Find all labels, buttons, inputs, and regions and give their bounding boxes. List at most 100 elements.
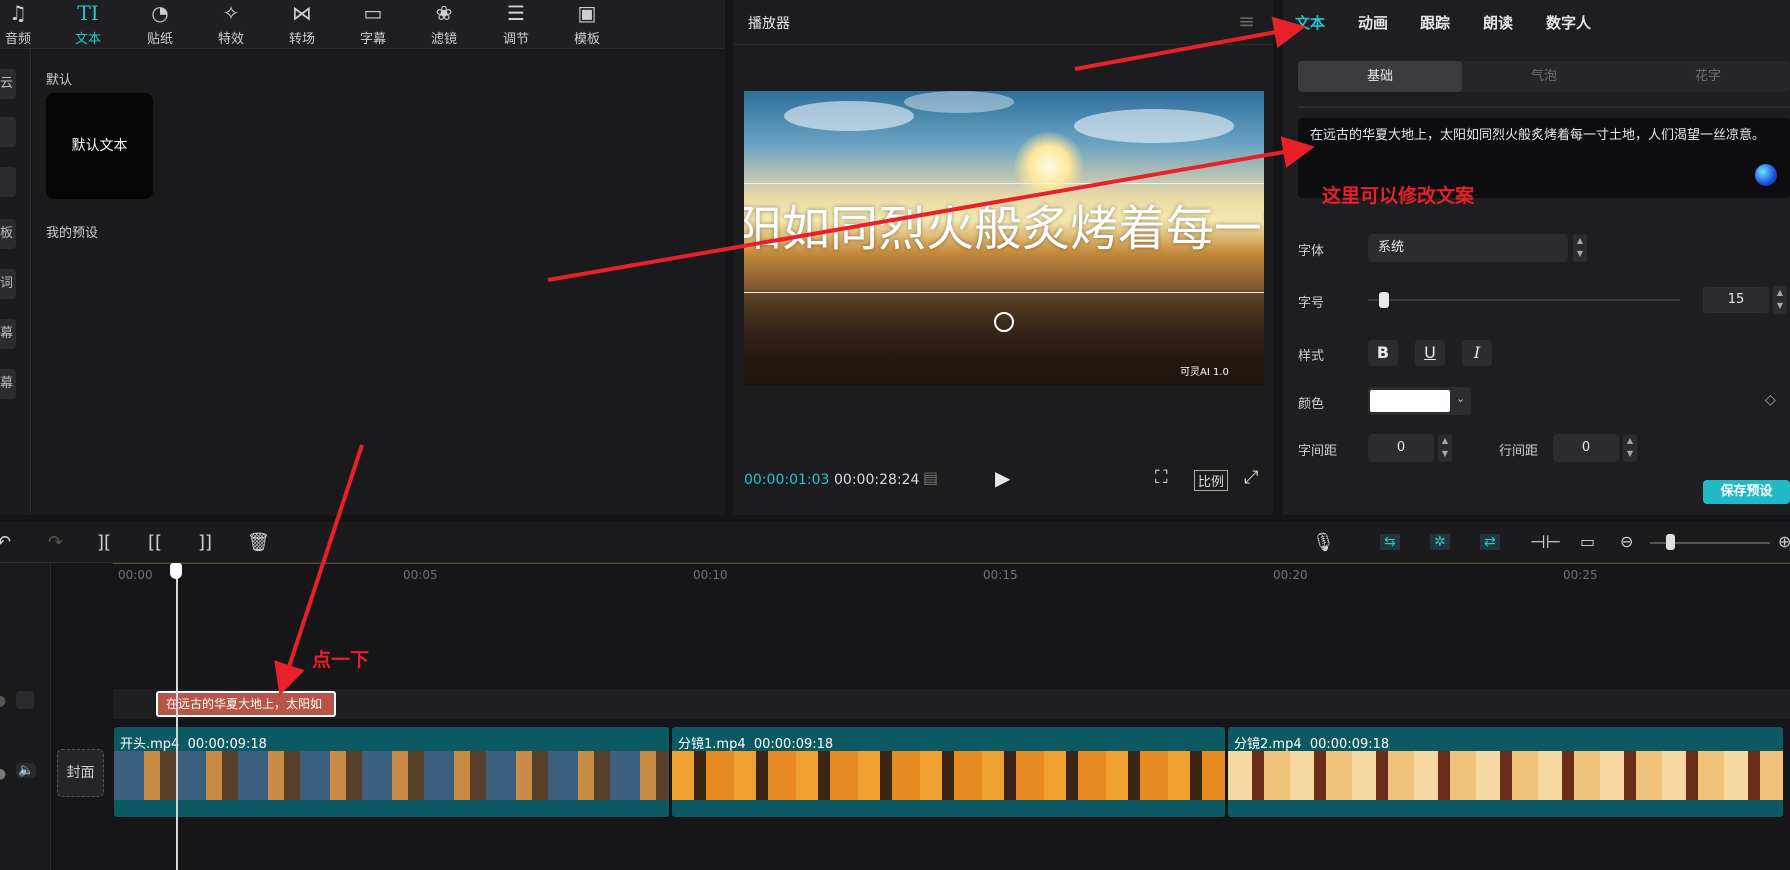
waveform-icon[interactable]: ▤ <box>923 468 938 487</box>
tool-text[interactable]: TI 文本 <box>58 0 118 48</box>
clip-thumbnails <box>672 751 1225 800</box>
clip-thumbnails <box>1228 751 1783 800</box>
underline-button[interactable]: U <box>1415 340 1445 366</box>
clip-name: 分镜2.mp4 00:00:09:18 <box>1234 737 1390 752</box>
nav-tab[interactable]: 词 <box>0 269 16 299</box>
letter-spacing-stepper[interactable]: ▲ ▼ <box>1438 434 1452 462</box>
tab-animation[interactable]: 动画 <box>1358 12 1388 33</box>
linkage-icon[interactable]: ⇄ <box>1480 534 1500 550</box>
video-clip[interactable]: 分镜1.mp4 00:00:09:18 <box>672 727 1225 817</box>
fit-screen-icon[interactable]: ⛶ <box>1155 467 1168 488</box>
lock-icon[interactable]: ● <box>0 693 6 709</box>
keyframe-diamond-icon[interactable]: ◇ <box>1765 392 1776 408</box>
split-preview-icon[interactable]: ⊣⊢ <box>1530 532 1561 553</box>
segment-fancy-text[interactable]: 花字 <box>1626 61 1790 92</box>
letter-spacing-input[interactable]: 0 <box>1368 434 1434 462</box>
video-clip[interactable]: 开头.mp4 00:00:09:18 <box>114 727 669 817</box>
redo-icon[interactable]: ↷ <box>48 532 63 553</box>
auto-snap-icon[interactable]: ✲ <box>1430 534 1450 550</box>
size-stepper[interactable]: ▲ ▼ <box>1773 286 1787 314</box>
microphone-icon[interactable]: 🎙 <box>1312 532 1335 553</box>
text-inspector-panel: 文本 动画 跟踪 朗读 数字人 基础 气泡 花字 在远古的华夏大地上，太阳如同烈… <box>1283 0 1790 515</box>
tab-tracking[interactable]: 跟踪 <box>1420 12 1450 33</box>
bold-button[interactable]: B <box>1368 340 1398 366</box>
trim-left-icon[interactable]: [[ <box>148 532 162 553</box>
zoom-out-icon[interactable]: ⊖ <box>1620 532 1633 551</box>
color-picker[interactable]: ⌄ <box>1368 387 1471 415</box>
time-ruler[interactable]: 00:00 00:05 00:10 00:15 00:20 00:25 <box>113 563 1790 586</box>
line-spacing-input[interactable]: 0 <box>1553 434 1619 462</box>
nav-tab[interactable]: 幕 <box>0 319 16 349</box>
player-header: 播放器 ≡ <box>733 0 1273 45</box>
preview-axis-icon[interactable]: ▭ <box>1580 532 1595 551</box>
tab-read-aloud[interactable]: 朗读 <box>1483 12 1513 33</box>
lock-icon[interactable]: ● <box>0 766 6 782</box>
text-category-nav: 云 板 词 幕 幕 <box>0 49 31 515</box>
line-spacing-label: 行间距 <box>1499 444 1539 459</box>
fullscreen-icon[interactable]: ⤢ <box>1244 467 1258 488</box>
tab-digital-human[interactable]: 数字人 <box>1546 12 1591 33</box>
main-track-magnet-icon[interactable]: ⇆ <box>1380 534 1400 550</box>
divider <box>1298 106 1790 108</box>
style-segment-control: 基础 气泡 花字 <box>1298 61 1790 92</box>
default-text-card[interactable]: 默认文本 <box>46 93 153 199</box>
cover-button[interactable]: 封面 <box>57 749 104 797</box>
segment-bubble[interactable]: 气泡 <box>1462 61 1626 92</box>
zoom-slider-handle[interactable] <box>1666 534 1675 550</box>
video-preview[interactable]: 阳如同烈火般炙烤着每一寸土 可灵AI 1.0 <box>744 91 1264 385</box>
playhead-handle[interactable] <box>170 563 182 579</box>
menu-icon[interactable]: ≡ <box>1238 9 1255 33</box>
size-slider-handle[interactable] <box>1378 292 1389 308</box>
italic-button[interactable]: I <box>1462 340 1492 366</box>
tool-effects[interactable]: ✧ 特效 <box>201 0 261 48</box>
play-icon[interactable]: ▶ <box>995 466 1010 490</box>
ai-watermark: 可灵AI 1.0 <box>1180 367 1229 378</box>
tool-transition[interactable]: ⋈ 转场 <box>272 0 332 48</box>
delete-icon[interactable]: 🗑 <box>247 532 270 553</box>
ratio-button[interactable]: 比例 <box>1194 470 1229 491</box>
click-hint-annotation: 点一下 <box>312 649 370 671</box>
cloud <box>1074 109 1234 143</box>
trim-right-icon[interactable]: ]] <box>198 532 212 553</box>
ruler-tick: 00:00 <box>118 568 153 582</box>
ruler-tick: 00:15 <box>983 568 1018 582</box>
rotate-icon[interactable] <box>994 312 1014 332</box>
tool-audio[interactable]: ♫ 音频 <box>0 0 48 48</box>
nav-tab[interactable] <box>0 167 16 197</box>
ai-assist-icon[interactable] <box>1755 164 1777 186</box>
zoom-in-icon[interactable]: ⊕ <box>1778 532 1790 551</box>
tool-subtitle[interactable]: ▭ 字幕 <box>343 0 403 48</box>
speaker-icon[interactable]: 🔈 <box>16 763 37 778</box>
font-label: 字体 <box>1298 244 1325 259</box>
text-clip[interactable]: 在远古的华夏大地上，太阳如 <box>156 691 336 717</box>
transition-icon: ⋈ <box>292 1 312 25</box>
my-presets-title: 我的预设 <box>46 226 99 241</box>
tool-filter[interactable]: ❀ 滤镜 <box>414 0 474 48</box>
video-clip[interactable]: 分镜2.mp4 00:00:09:18 <box>1228 727 1783 817</box>
nav-tab[interactable]: 云 <box>0 69 16 99</box>
nav-tab[interactable]: 板 <box>0 219 16 249</box>
nav-tab[interactable]: 幕 <box>0 369 16 399</box>
line-spacing-stepper[interactable]: ▲ ▼ <box>1623 434 1637 462</box>
track-header: ● ● 🔈 <box>0 563 51 870</box>
playhead[interactable] <box>176 563 178 870</box>
font-select[interactable]: 系统 <box>1368 234 1568 262</box>
save-preset-button[interactable]: 保存预设 <box>1703 480 1790 504</box>
size-input[interactable]: 15 <box>1703 287 1769 313</box>
font-select-stepper[interactable]: ▲ ▼ <box>1573 234 1587 262</box>
timeline-area: ● ● 🔈 00:00 00:05 00:10 00:15 00:20 00:2… <box>0 563 1790 870</box>
visibility-toggle[interactable] <box>16 691 34 709</box>
timeline-toolbar: ↶ ↷ ][ [[ ]] 🗑 🎙 ⇆ ✲ ⇄ ⊣⊢ ▭ ⊖ ⊕ <box>0 522 1790 563</box>
ruler-tick: 00:20 <box>1273 568 1308 582</box>
tab-text[interactable]: 文本 <box>1295 12 1325 33</box>
tool-template[interactable]: ▣ 模板 <box>557 0 617 48</box>
undo-icon[interactable]: ↶ <box>0 532 11 553</box>
tool-adjust[interactable]: ☰ 调节 <box>486 0 546 48</box>
nav-tab[interactable] <box>0 117 16 147</box>
edit-hint-annotation: 这里可以修改文案 <box>1322 185 1475 207</box>
split-icon[interactable]: ][ <box>97 532 111 553</box>
size-slider-track[interactable] <box>1368 299 1680 301</box>
segment-basic[interactable]: 基础 <box>1298 61 1462 92</box>
music-note-icon: ♫ <box>9 1 27 25</box>
tool-sticker[interactable]: ◔ 贴纸 <box>130 0 190 48</box>
